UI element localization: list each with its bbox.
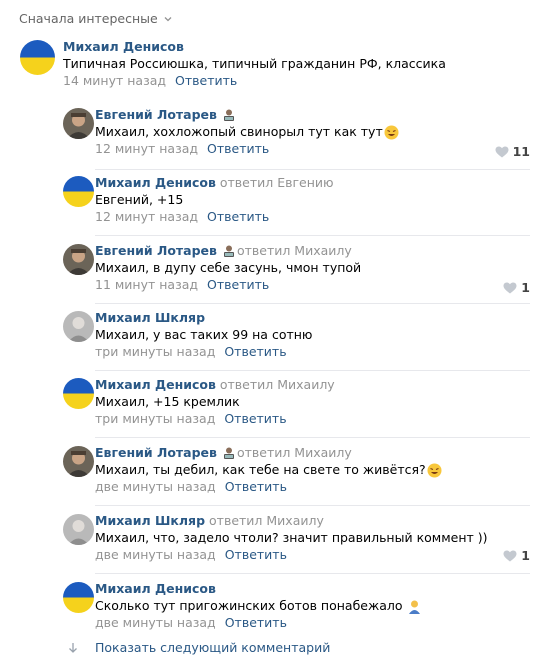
like-button[interactable]: 1 — [503, 548, 530, 563]
avatar[interactable] — [63, 176, 94, 207]
divider — [95, 573, 530, 574]
comment: Евгений Лотарев Михаил, хохложопый свино… — [0, 104, 544, 164]
like-count: 1 — [521, 280, 530, 295]
comment-meta: три минуты назад Ответить — [95, 410, 530, 427]
comment-meta: две минуты назад Ответить — [95, 546, 530, 563]
avatar[interactable] — [63, 582, 94, 613]
arrow-down-icon — [69, 642, 77, 653]
comment-meta: 14 минут назад Ответить — [63, 72, 530, 89]
rofl-emoji-icon — [427, 463, 442, 478]
comment-author[interactable]: Евгений Лотарев — [95, 107, 217, 122]
comment-text: Типичная Россиюшка, типичный гражданин Р… — [63, 56, 446, 71]
comment-time[interactable]: три минуты назад — [95, 343, 215, 360]
avatar[interactable] — [20, 40, 55, 75]
show-next-comment-label: Показать следующий комментарий — [95, 640, 331, 655]
replied-to[interactable]: ответил Евгению — [220, 175, 334, 190]
comment-meta: 12 минут назад Ответить — [95, 208, 530, 225]
heart-icon — [495, 146, 509, 157]
comment-text: Михаил, +15 кремлик — [95, 394, 240, 409]
divider — [95, 505, 530, 506]
comment-text: Михаил, у вас таких 99 на сотню — [95, 327, 313, 342]
comment-time[interactable]: две минуты назад — [95, 546, 216, 563]
reply-link[interactable]: Ответить — [225, 478, 287, 495]
avatar[interactable] — [63, 244, 94, 275]
comment-meta: две минуты назад Ответить — [95, 478, 530, 495]
comment-author[interactable]: Евгений Лотарев — [95, 445, 217, 460]
comment: Михаил Денисов ответил Михаилу Михаил, +… — [0, 374, 544, 434]
comment-time[interactable]: 14 минут назад — [63, 72, 166, 89]
technologist-emoji-icon — [223, 245, 234, 257]
comment: Михаил Денисов Типичная Россиюшка, типич… — [0, 38, 544, 98]
comment-text: Евгений, +15 — [95, 192, 184, 207]
like-button[interactable]: 1 — [503, 280, 530, 295]
comment-author[interactable]: Евгений Лотарев — [95, 243, 217, 258]
technologist-emoji-icon — [223, 109, 234, 121]
reply-link[interactable]: Ответить — [207, 208, 269, 225]
heart-icon — [503, 550, 517, 561]
comment-meta: 12 минут назад Ответить — [95, 140, 530, 157]
comment-meta: 11 минут назад Ответить — [95, 276, 530, 293]
comment-time[interactable]: две минуты назад — [95, 614, 216, 631]
rofl-emoji-icon — [384, 125, 399, 140]
comment: Евгений Лотарев ответил Михаилу Михаил, … — [0, 442, 544, 502]
comment-time[interactable]: три минуты назад — [95, 410, 215, 427]
replied-to[interactable]: ответил Михаилу — [220, 377, 335, 392]
like-count: 11 — [512, 144, 530, 159]
reply-link[interactable]: Ответить — [207, 276, 269, 293]
technologist-emoji-icon — [223, 447, 234, 459]
comment-text: Михаил, в дупу себе засунь, чмон тупой — [95, 260, 362, 275]
divider — [95, 303, 530, 304]
replied-to[interactable]: ответил Михаилу — [237, 445, 352, 460]
comment-author[interactable]: Михаил Шкляр — [95, 513, 205, 528]
comment-author[interactable]: Михаил Шкляр — [95, 310, 205, 325]
comment-text: Михаил, ты дебил, как тебе на свете то ж… — [95, 462, 426, 477]
like-button[interactable]: 11 — [495, 144, 530, 159]
sort-label: Сначала интересные — [19, 11, 158, 26]
reply-link[interactable]: Ответить — [224, 343, 286, 360]
divider — [95, 235, 530, 236]
avatar[interactable] — [63, 378, 94, 409]
person-bowing-emoji-icon — [408, 600, 420, 614]
reply-link[interactable]: Ответить — [207, 140, 269, 157]
comment-time[interactable]: две минуты назад — [95, 478, 216, 495]
avatar[interactable] — [63, 311, 94, 342]
comment-meta: две минуты назад Ответить — [95, 614, 530, 631]
comment-author[interactable]: Михаил Денисов — [95, 175, 216, 190]
avatar[interactable] — [63, 514, 94, 545]
comment: Михаил Денисов Сколько тут пригожинских … — [0, 578, 544, 638]
divider — [95, 370, 530, 371]
sort-dropdown[interactable]: Сначала интересные — [19, 11, 173, 26]
comment-time[interactable]: 11 минут назад — [95, 276, 198, 293]
comment-author[interactable]: Михаил Денисов — [95, 377, 216, 392]
divider — [95, 169, 530, 170]
comment-author[interactable]: Михаил Денисов — [95, 581, 216, 596]
avatar[interactable] — [63, 446, 94, 477]
comment: Михаил Шкляр ответил Михаилу Михаил, что… — [0, 510, 544, 570]
comment-text: Михаил, хохложопый свинорыл тут как тут — [95, 124, 383, 139]
comment-time[interactable]: 12 минут назад — [95, 140, 198, 157]
divider — [95, 437, 530, 438]
reply-link[interactable]: Ответить — [175, 72, 237, 89]
like-count: 1 — [521, 548, 530, 563]
replied-to[interactable]: ответил Михаилу — [237, 243, 352, 258]
comment-text: Михаил, что, задело чтоли? значит правил… — [95, 530, 488, 545]
heart-icon — [503, 282, 517, 293]
replied-to[interactable]: ответил Михаилу — [209, 513, 324, 528]
reply-link[interactable]: Ответить — [225, 546, 287, 563]
comment-text: Сколько тут пригожинских ботов понабежал… — [95, 598, 403, 613]
comment-meta: три минуты назад Ответить — [95, 343, 530, 360]
comment-author[interactable]: Михаил Денисов — [63, 39, 184, 54]
avatar[interactable] — [63, 108, 94, 139]
reply-link[interactable]: Ответить — [224, 410, 286, 427]
chevron-down-icon — [164, 16, 172, 21]
show-next-comment-button[interactable]: Показать следующий комментарий — [67, 640, 330, 655]
comment: Евгений Лотарев ответил Михаилу Михаил, … — [0, 240, 544, 300]
reply-link[interactable]: Ответить — [225, 614, 287, 631]
comment-time[interactable]: 12 минут назад — [95, 208, 198, 225]
comment: Михаил Денисов ответил Евгению Евгений, … — [0, 172, 544, 232]
comment: Михаил Шкляр Михаил, у вас таких 99 на с… — [0, 307, 544, 367]
